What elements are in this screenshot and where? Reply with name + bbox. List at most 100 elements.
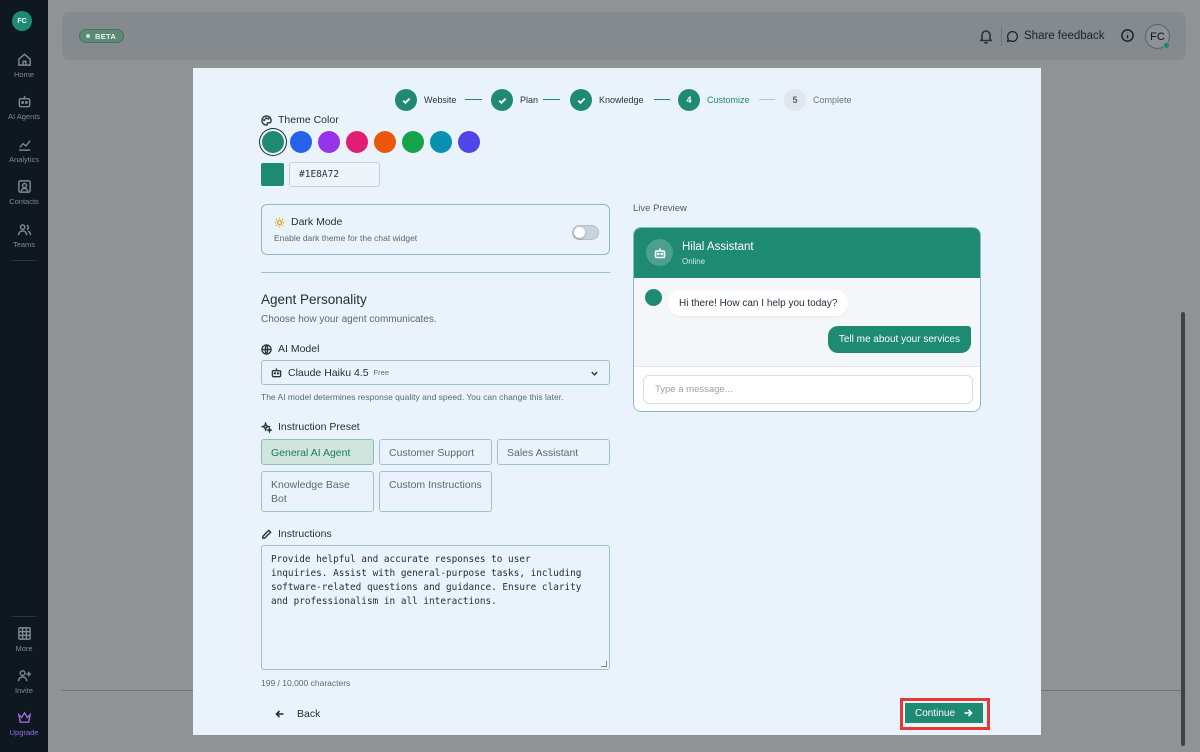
step-number: 4 — [678, 89, 700, 111]
preset-general-ai-agent[interactable]: General AI Agent — [261, 439, 374, 465]
badge-dot — [86, 34, 90, 38]
sidebar-item-teams[interactable]: Teams — [0, 222, 48, 258]
step-complete: 5 Complete — [784, 88, 852, 112]
step-connector — [654, 99, 670, 100]
sidebar-item-ai-agents[interactable]: AI Agents — [0, 94, 48, 130]
sidebar-item-contacts[interactable]: Contacts — [0, 179, 48, 215]
color-swatch-cyan[interactable] — [430, 131, 452, 153]
continue-highlight: Continue — [900, 698, 990, 730]
instructions-textarea[interactable]: Provide helpful and accurate responses t… — [261, 545, 610, 670]
assistant-status: Online — [682, 257, 706, 266]
step-customize: 4 Customize — [678, 88, 750, 112]
ai-model-select[interactable]: Claude Haiku 4.5 Free — [261, 360, 610, 385]
pencil-icon — [262, 528, 272, 539]
check-icon — [498, 97, 506, 104]
color-swatch-green[interactable] — [402, 131, 424, 153]
sidebar-item-label: Contacts — [9, 197, 39, 206]
chat-bubble-icon — [1006, 30, 1018, 42]
bot-icon — [271, 368, 282, 378]
check-icon — [402, 97, 410, 104]
preset-customer-support[interactable]: Customer Support — [379, 439, 492, 465]
home-icon — [17, 53, 31, 66]
customize-modal: Website Plan Knowledge 4 Customize 5 Com… — [193, 68, 1041, 735]
color-swatch-orange[interactable] — [374, 131, 396, 153]
preset-custom-instructions[interactable]: Custom Instructions — [379, 471, 492, 512]
hex-color-input[interactable]: #1E8A72 — [289, 162, 380, 187]
sidebar-item-label: More — [15, 644, 33, 653]
user-avatar[interactable]: FC — [1145, 24, 1170, 49]
ai-model-label: AI Model — [261, 343, 319, 355]
sidebar-divider — [12, 616, 36, 617]
bot-icon — [18, 95, 30, 108]
check-icon — [577, 97, 585, 104]
continue-label: Continue — [914, 707, 956, 719]
bot-icon — [654, 248, 665, 258]
sidebar-item-upgrade[interactable]: Upgrade — [0, 710, 48, 746]
color-swatch-blue[interactable] — [290, 131, 312, 153]
color-swatch-teal[interactable] — [262, 131, 284, 153]
agent-personality-heading: Agent Personality — [261, 292, 367, 307]
notifications-button[interactable] — [978, 28, 994, 44]
instruction-preset-label: Instruction Preset — [261, 421, 360, 433]
preset-knowledge-base-bot[interactable]: Knowledge Base Bot — [261, 471, 374, 512]
workspace-avatar[interactable]: FC — [12, 11, 32, 31]
user-message: Tell me about your services — [827, 326, 971, 353]
ai-model-help: The AI model determines response quality… — [261, 392, 564, 402]
step-knowledge: Knowledge — [570, 88, 644, 112]
bell-icon — [979, 30, 993, 44]
sparkles-icon — [261, 421, 272, 433]
live-preview-title: Live Preview — [633, 203, 687, 214]
step-label: Website — [424, 95, 457, 105]
sidebar-item-analytics[interactable]: Analytics — [0, 137, 48, 173]
arrow-right-icon — [964, 709, 973, 717]
instructions-label: Instructions — [261, 528, 332, 540]
crown-icon — [17, 711, 31, 723]
step-plan: Plan — [491, 88, 538, 112]
section-divider — [261, 272, 610, 273]
preset-sales-assistant[interactable]: Sales Assistant — [497, 439, 610, 465]
sidebar-item-label: Teams — [12, 240, 36, 249]
assistant-name: Hilal Assistant — [682, 241, 754, 253]
sidebar-divider — [12, 260, 36, 261]
step-label: Customize — [707, 95, 750, 105]
instruction-preset-text: Instruction Preset — [278, 421, 360, 433]
bot-message-avatar — [645, 289, 662, 306]
contacts-icon — [17, 180, 31, 193]
theme-color-label: Theme Color — [261, 114, 339, 126]
chevron-down-icon — [591, 371, 598, 376]
back-label: Back — [297, 708, 321, 720]
palette-icon — [261, 114, 272, 126]
color-swatch-pink[interactable] — [346, 131, 368, 153]
badge-label: BETA — [95, 31, 117, 41]
color-picker[interactable] — [261, 163, 284, 186]
chat-message-input[interactable]: Type a message... — [643, 375, 973, 404]
dark-mode-title: Dark Mode — [274, 216, 342, 228]
back-button[interactable]: Back — [275, 708, 320, 720]
info-button[interactable] — [1120, 28, 1136, 44]
color-swatch-purple[interactable] — [318, 131, 340, 153]
step-label: Knowledge — [599, 95, 644, 105]
dark-mode-description: Enable dark theme for the chat widget — [274, 233, 418, 243]
character-count: 199 / 10,000 characters — [261, 678, 351, 688]
sidebar-item-more[interactable]: More — [0, 626, 48, 662]
assistant-avatar — [646, 239, 673, 266]
sidebar-item-invite[interactable]: Invite — [0, 668, 48, 704]
resize-handle[interactable] — [601, 661, 607, 667]
sidebar-item-label: Invite — [15, 686, 33, 695]
color-swatch-indigo[interactable] — [458, 131, 480, 153]
sidebar-item-label: Upgrade — [9, 728, 39, 737]
beta-badge: BETA — [79, 29, 125, 43]
analytics-icon — [18, 140, 31, 151]
share-feedback-button[interactable]: Share feedback — [1006, 26, 1105, 46]
page-scrollbar[interactable] — [1181, 312, 1185, 746]
dark-mode-card: Dark Mode Enable dark theme for the chat… — [261, 204, 610, 255]
step-connector — [543, 99, 560, 100]
toggle-knob — [574, 227, 585, 238]
avatar-initials: FC — [1150, 30, 1165, 43]
chat-messages: Hi there! How can I help you today? Tell… — [634, 278, 980, 366]
sidebar-item-home[interactable]: Home — [0, 52, 48, 88]
continue-button[interactable]: Continue — [905, 703, 983, 723]
online-indicator — [1163, 42, 1170, 49]
dark-mode-toggle[interactable] — [572, 225, 599, 240]
step-label: Complete — [813, 95, 852, 105]
